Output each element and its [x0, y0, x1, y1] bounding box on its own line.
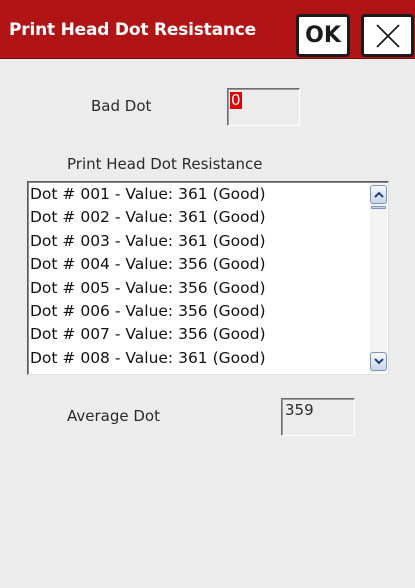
scroll-thumb[interactable]	[371, 206, 386, 209]
vertical-scrollbar[interactable]	[370, 183, 387, 373]
dot-resistance-list[interactable]: Dot # 001 - Value: 361 (Good) Dot # 002 …	[27, 181, 389, 375]
list-item[interactable]: Dot # 004 - Value: 356 (Good)	[30, 253, 368, 276]
dialog-window: Print Head Dot Resistance OK Bad Dot 0 P…	[0, 0, 415, 588]
dot-list-items: Dot # 001 - Value: 361 (Good) Dot # 002 …	[30, 183, 368, 370]
scroll-down-button[interactable]	[370, 352, 387, 371]
list-item[interactable]: Dot # 006 - Value: 356 (Good)	[30, 300, 368, 323]
list-heading: Print Head Dot Resistance	[67, 155, 263, 173]
bad-dot-value: 0	[230, 91, 242, 109]
list-item[interactable]: Dot # 008 - Value: 361 (Good)	[30, 347, 368, 370]
list-item[interactable]: Dot # 003 - Value: 361 (Good)	[30, 230, 368, 253]
list-item[interactable]: Dot # 007 - Value: 356 (Good)	[30, 323, 368, 346]
scroll-up-button[interactable]	[370, 185, 387, 204]
average-dot-value: 359	[285, 401, 314, 419]
window-title: Print Head Dot Resistance	[9, 20, 256, 40]
title-bar: Print Head Dot Resistance OK	[0, 0, 415, 59]
chevron-up-icon	[373, 191, 384, 198]
list-item[interactable]: Dot # 005 - Value: 356 (Good)	[30, 277, 368, 300]
average-dot-field: 359	[281, 398, 355, 436]
list-item[interactable]: Dot # 001 - Value: 361 (Good)	[30, 183, 368, 206]
bad-dot-label: Bad Dot	[91, 97, 152, 115]
close-button[interactable]	[361, 14, 414, 57]
ok-button[interactable]: OK	[296, 14, 350, 57]
average-dot-label: Average Dot	[67, 407, 160, 425]
chevron-down-icon	[373, 358, 384, 365]
list-item[interactable]: Dot # 002 - Value: 361 (Good)	[30, 206, 368, 229]
bad-dot-field: 0	[227, 88, 300, 126]
close-icon	[375, 23, 400, 48]
